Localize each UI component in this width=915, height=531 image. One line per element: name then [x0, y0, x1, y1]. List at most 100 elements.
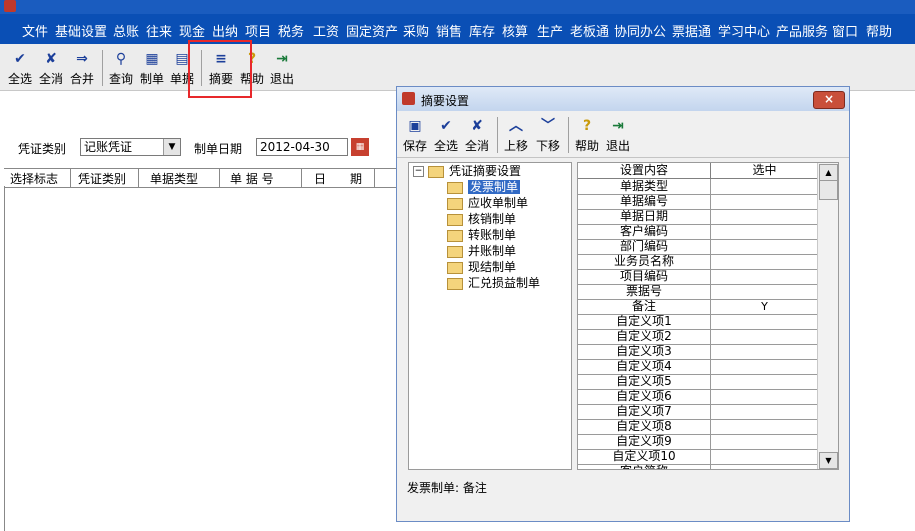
selected-cell[interactable] [711, 209, 818, 224]
table-row[interactable]: 业务员名称 [578, 254, 818, 270]
table-row[interactable]: 客户编码 [578, 224, 818, 240]
table-row[interactable]: 自定义项3 [578, 344, 818, 360]
table-row[interactable]: 自定义项2 [578, 329, 818, 345]
selected-cell[interactable] [711, 449, 818, 464]
tree-item-exchange[interactable]: 汇兑损益制单 [447, 275, 540, 291]
menu-purchase[interactable]: 采购 [403, 21, 429, 40]
dialog-exit-button[interactable]: ⇥ 退出 [603, 115, 633, 155]
menu-production[interactable]: 生产 [537, 21, 563, 40]
selected-cell[interactable] [711, 389, 818, 404]
table-row[interactable]: 客户简称 [578, 464, 818, 469]
tree-item-invoice[interactable]: 发票制单 [447, 179, 521, 195]
tree-item-merge[interactable]: 并账制单 [447, 243, 516, 259]
selected-cell[interactable]: Y [711, 299, 818, 314]
tree-item-receivable[interactable]: 应收单制单 [447, 195, 528, 211]
selected-cell[interactable] [711, 329, 818, 344]
table-row[interactable]: 自定义项5 [578, 374, 818, 390]
col-document-type[interactable]: 单据类型 [150, 170, 198, 187]
selected-cell[interactable] [711, 419, 818, 434]
menu-file[interactable]: 文件 [22, 21, 48, 40]
tree-item-cash-settle[interactable]: 现结制单 [447, 259, 516, 275]
col-date[interactable]: 日 期 [314, 170, 362, 187]
table-row[interactable]: 自定义项10 [578, 449, 818, 465]
query-button[interactable]: ⚲ 查询 [106, 48, 136, 88]
selected-cell[interactable] [711, 464, 818, 469]
vertical-scrollbar[interactable]: ▲ ▼ [817, 163, 838, 469]
table-row[interactable]: 自定义项7 [578, 404, 818, 420]
col-document-no[interactable]: 单 据 号 [230, 170, 274, 187]
scroll-down-icon[interactable]: ▼ [819, 452, 838, 469]
selected-cell[interactable] [711, 284, 818, 299]
selected-cell[interactable] [711, 269, 818, 284]
scroll-thumb[interactable] [819, 180, 838, 200]
dialog-select-all-button[interactable]: ✔ 全选 [431, 115, 461, 155]
dialog-title-bar[interactable]: 摘要设置 × [397, 87, 849, 111]
selected-cell[interactable] [711, 254, 818, 269]
menu-receivables[interactable]: 往来 [146, 21, 172, 40]
table-row[interactable]: 单据编号 [578, 194, 818, 210]
save-button[interactable]: ▣ 保存 [401, 115, 429, 155]
selected-cell[interactable] [711, 359, 818, 374]
selected-cell[interactable] [711, 374, 818, 389]
selected-cell[interactable] [711, 344, 818, 359]
make-voucher-button[interactable]: ▦ 制单 [137, 48, 167, 88]
menu-collaboration[interactable]: 协同办公 [614, 21, 666, 40]
menu-fixed-assets[interactable]: 固定资产 [346, 21, 398, 40]
menu-learning[interactable]: 学习中心 [718, 21, 770, 40]
scroll-up-icon[interactable]: ▲ [819, 164, 838, 181]
deselect-all-button[interactable]: ✘ 全消 [36, 48, 66, 88]
tree-item-transfer[interactable]: 转账制单 [447, 227, 516, 243]
menu-accounting[interactable]: 核算 [502, 21, 528, 40]
menu-cashier[interactable]: 出纳 [212, 21, 238, 40]
selected-cell[interactable] [711, 239, 818, 254]
selected-cell[interactable] [711, 224, 818, 239]
col-setting-content[interactable]: 设置内容 [578, 163, 711, 179]
table-row[interactable]: 自定义项1 [578, 314, 818, 330]
table-row[interactable]: 自定义项6 [578, 389, 818, 405]
table-row[interactable]: 单据类型 [578, 179, 818, 195]
selected-cell[interactable] [711, 314, 818, 329]
selected-cell[interactable] [711, 404, 818, 419]
exit-button[interactable]: ⇥ 退出 [268, 48, 296, 88]
table-row[interactable]: 票据号 [578, 284, 818, 300]
dialog-help-button[interactable]: ? 帮助 [572, 115, 602, 155]
table-row[interactable]: 备注 Y [578, 299, 818, 315]
col-selected[interactable]: 选中 [711, 163, 818, 179]
menu-products[interactable]: 产品服务 [776, 21, 828, 40]
menu-tax[interactable]: 税务 [278, 21, 304, 40]
menu-boss[interactable]: 老板通 [570, 21, 609, 40]
table-row[interactable]: 项目编码 [578, 269, 818, 285]
menu-window[interactable]: 窗口 [832, 21, 858, 40]
menu-general-ledger[interactable]: 总账 [113, 21, 139, 40]
selected-cell[interactable] [711, 179, 818, 194]
tree-root[interactable]: − 凭证摘要设置 [413, 163, 521, 179]
menu-cash[interactable]: 现金 [179, 21, 205, 40]
merge-button[interactable]: ⇒ 合并 [67, 48, 97, 88]
move-down-button[interactable]: ﹀ 下移 [533, 115, 563, 155]
close-icon[interactable]: × [813, 91, 845, 109]
menu-basic-settings[interactable]: 基础设置 [55, 21, 107, 40]
table-row[interactable]: 自定义项8 [578, 419, 818, 435]
selected-cell[interactable] [711, 434, 818, 449]
table-row[interactable]: 自定义项9 [578, 434, 818, 450]
tree-item-writeoff[interactable]: 核销制单 [447, 211, 516, 227]
select-all-button[interactable]: ✔ 全选 [5, 48, 35, 88]
col-voucher-type[interactable]: 凭证类别 [78, 170, 126, 187]
menu-project[interactable]: 项目 [245, 21, 271, 40]
table-row[interactable]: 自定义项4 [578, 359, 818, 375]
dialog-deselect-all-button[interactable]: ✘ 全消 [462, 115, 492, 155]
menu-sales[interactable]: 销售 [436, 21, 462, 40]
date-input[interactable]: 2012-04-30 [256, 138, 348, 156]
collapse-icon[interactable]: − [413, 166, 424, 177]
selected-cell[interactable] [711, 194, 818, 209]
col-select-flag[interactable]: 选择标志 [10, 170, 58, 187]
calendar-icon[interactable]: ▦ [351, 138, 369, 156]
move-up-button[interactable]: ︿ 上移 [501, 115, 531, 155]
voucher-type-select[interactable]: 记账凭证 ▼ [80, 138, 181, 156]
table-row[interactable]: 部门编码 [578, 239, 818, 255]
menu-inventory[interactable]: 库存 [469, 21, 495, 40]
menu-bills[interactable]: 票据通 [672, 21, 711, 40]
menu-payroll[interactable]: 工资 [313, 21, 339, 40]
table-row[interactable]: 单据日期 [578, 209, 818, 225]
menu-help[interactable]: 帮助 [866, 21, 892, 40]
